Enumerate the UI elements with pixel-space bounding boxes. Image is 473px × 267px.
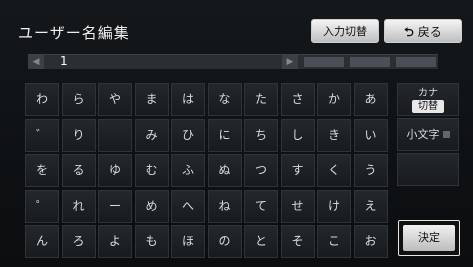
kana-label: カナ	[418, 88, 438, 99]
small-char-button[interactable]: 小文字	[397, 118, 459, 151]
kana-key[interactable]: つ	[244, 154, 278, 187]
kana-key[interactable]: そ	[280, 225, 315, 258]
kana-key[interactable]: け	[317, 189, 351, 223]
back-button-label: 戻る	[417, 25, 442, 39]
kana-key[interactable]: き	[317, 118, 351, 152]
input-value: 1	[60, 54, 68, 68]
kana-key[interactable]: む	[134, 154, 169, 187]
kana-key[interactable]: の	[207, 225, 242, 258]
kana-key[interactable]: わ	[25, 83, 59, 116]
kana-key[interactable]: ー	[98, 189, 132, 223]
kana-key[interactable]: に	[207, 118, 242, 152]
kana-key[interactable]: を	[25, 154, 59, 187]
back-button[interactable]: ⮌ 戻る	[384, 19, 462, 43]
kana-key[interactable]: ゆ	[98, 154, 132, 187]
page-title: ユーザー名編集	[18, 24, 130, 42]
kana-key[interactable]: あ	[353, 83, 388, 116]
small-char-indicator-icon	[442, 131, 450, 138]
kana-key[interactable]: ろ	[61, 225, 96, 258]
kana-key[interactable]: せ	[280, 189, 315, 223]
kana-key[interactable]: み	[134, 118, 169, 152]
kana-key[interactable]: は	[171, 83, 205, 116]
kana-key[interactable]: め	[134, 189, 169, 223]
kana-key[interactable]: ま	[134, 83, 169, 116]
kana-key[interactable]: ほ	[171, 225, 205, 258]
kana-key[interactable]: れ	[61, 189, 96, 223]
kana-key[interactable]: ゜	[25, 189, 59, 223]
navigation-screen: ユーザー名編集 入力切替 ⮌ 戻る ◀ 1 ▶ わらやまはなたさかあ゛り みひにちし…	[0, 0, 473, 267]
input-segment	[396, 57, 436, 67]
confirm-button-label: 決定	[403, 225, 455, 251]
input-switch-button[interactable]: 入力切替	[311, 19, 379, 43]
kana-key[interactable]: ら	[61, 83, 96, 116]
kana-key[interactable]: う	[353, 154, 388, 187]
kana-key[interactable]: る	[61, 154, 96, 187]
kana-keyboard: わらやまはなたさかあ゛り みひにちしきいをるゆむふぬつすくう゜れーめへねてせけえん…	[25, 83, 390, 258]
kana-key[interactable]: く	[317, 154, 351, 187]
kana-key[interactable]: ね	[207, 189, 242, 223]
kana-key[interactable]: さ	[280, 83, 315, 116]
kana-key[interactable]: お	[353, 225, 388, 258]
kana-key[interactable]: へ	[171, 189, 205, 223]
kana-key[interactable]: た	[244, 83, 278, 116]
kana-key[interactable]: ひ	[171, 118, 205, 152]
input-segment	[350, 57, 390, 67]
kana-key[interactable]: こ	[317, 225, 351, 258]
kana-key[interactable]: な	[207, 83, 242, 116]
kana-key[interactable]: や	[98, 83, 132, 116]
kana-key[interactable]: よ	[98, 225, 132, 258]
confirm-button[interactable]: 決定	[398, 220, 460, 256]
cursor-left-icon[interactable]: ◀	[28, 55, 44, 69]
kana-key[interactable]: ん	[25, 225, 59, 258]
small-char-label: 小文字	[406, 128, 440, 141]
kana-key[interactable]: す	[280, 154, 315, 187]
kana-key[interactable]: も	[134, 225, 169, 258]
kana-key[interactable]: ち	[244, 118, 278, 152]
kana-key[interactable]: い	[353, 118, 388, 152]
kana-key[interactable]: ぬ	[207, 154, 242, 187]
kana-switch-button[interactable]: カナ 切替	[397, 83, 459, 116]
kana-key[interactable]: え	[353, 189, 388, 223]
disabled-button	[397, 153, 459, 186]
kana-key[interactable]: り	[61, 118, 96, 152]
kana-key[interactable]: て	[244, 189, 278, 223]
kana-key[interactable]: か	[317, 83, 351, 116]
input-segment	[304, 57, 344, 67]
input-field[interactable]: ◀ 1 ▶	[28, 54, 438, 69]
kana-key[interactable]	[98, 118, 132, 152]
kana-switch-label: 切替	[412, 100, 444, 113]
kana-key[interactable]: ゛	[25, 118, 59, 152]
kana-key[interactable]: ふ	[171, 154, 205, 187]
kana-key[interactable]: し	[280, 118, 315, 152]
cursor-right-icon[interactable]: ▶	[282, 55, 298, 69]
back-arrow-icon: ⮌	[404, 25, 414, 39]
kana-key[interactable]: と	[244, 225, 278, 258]
